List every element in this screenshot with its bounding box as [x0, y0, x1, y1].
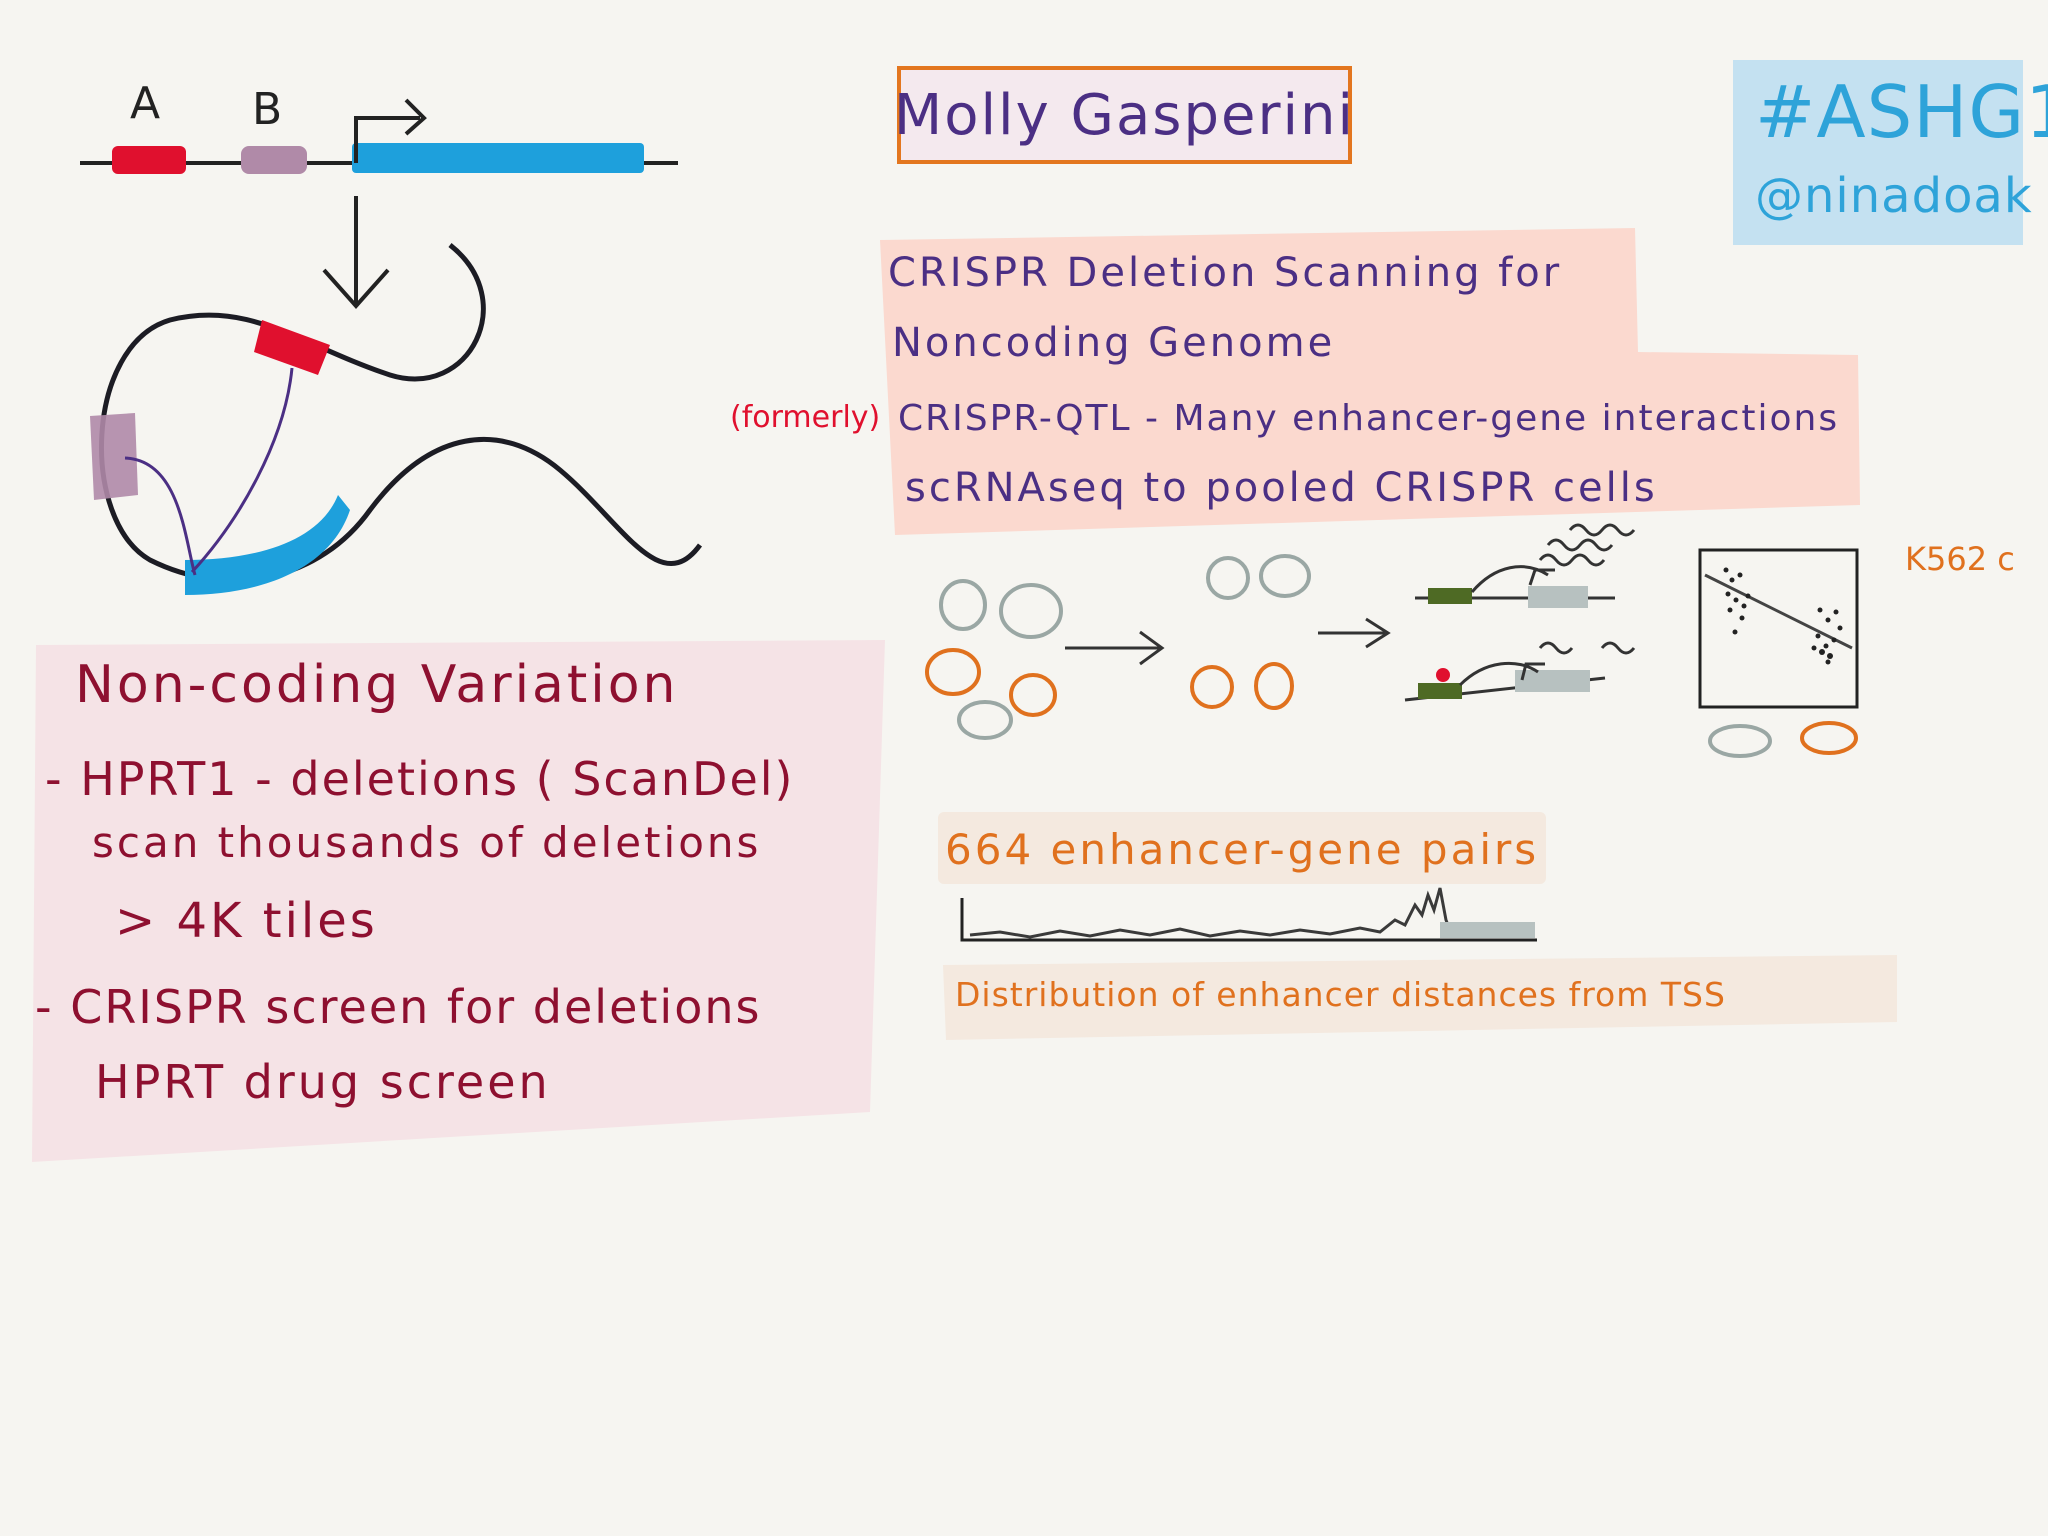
- transcript-squiggle-icon: [1546, 538, 1614, 552]
- plot-point: [1727, 607, 1733, 613]
- enhancer-block: [1428, 588, 1472, 604]
- cell-icon: [957, 700, 1013, 740]
- gene-block: [1528, 586, 1588, 608]
- transcript-squiggle-icon: [1568, 523, 1636, 537]
- plot-point: [1825, 617, 1831, 623]
- formerly-annotation: (formerly): [730, 400, 881, 435]
- enhancer-b-block: [241, 146, 307, 174]
- gene-block: [1440, 922, 1535, 938]
- distribution-curve: [969, 887, 1454, 939]
- cell-pool-workflow: [925, 554, 1391, 740]
- plot-point: [1723, 567, 1729, 573]
- chromatin-loop: [90, 243, 703, 595]
- legend-cell-orange-icon: [1800, 721, 1858, 755]
- noncoding-bullet-2-line-2: HPRT drug screen: [95, 1055, 551, 1109]
- expression-diagrams: [1404, 523, 1636, 702]
- plot-point: [1831, 637, 1837, 643]
- plot-point: [1729, 577, 1735, 583]
- plot-point: [1827, 653, 1833, 659]
- plot-point: [1837, 625, 1843, 631]
- plot-point: [1733, 597, 1739, 603]
- plot-point: [1745, 593, 1751, 599]
- distance-distribution-sketch: [960, 887, 1537, 942]
- hashtag: #ASHG19: [1755, 70, 2048, 154]
- gene-track: [80, 98, 678, 310]
- cell-icon: [925, 648, 981, 696]
- cell-icon: [1254, 662, 1294, 710]
- cell-icon: [939, 579, 987, 631]
- plot-point: [1819, 649, 1825, 655]
- label-b: B: [252, 84, 283, 135]
- cell-icon: [1190, 665, 1234, 709]
- noncoding-bullet-2-line-1: - CRISPR screen for deletions: [35, 980, 762, 1034]
- author-handle: @ninadoak: [1755, 168, 2033, 224]
- plot-point: [1732, 629, 1738, 635]
- enhancer-block: [1418, 683, 1462, 699]
- label-a: A: [130, 78, 161, 129]
- speaker-title-box: Molly Gasperini: [893, 66, 1356, 164]
- plot-point: [1825, 659, 1831, 665]
- plot-point: [1725, 591, 1731, 597]
- loop-enhancer-a: [254, 320, 330, 375]
- transcript-squiggle-icon: [1600, 641, 1636, 655]
- crispr-line-2: Noncoding Genome: [892, 320, 1336, 366]
- plot-point: [1741, 603, 1747, 609]
- plot-points: [1723, 567, 1843, 665]
- cell-icon: [1206, 556, 1250, 600]
- plot-point: [1811, 645, 1817, 651]
- crispr-line-4: scRNAseq to pooled CRISPR cells: [905, 465, 1658, 511]
- cell-icon: [1259, 554, 1311, 598]
- transcript-squiggle-icon: [1538, 641, 1574, 655]
- cell-icon: [1009, 673, 1057, 717]
- plot-point: [1737, 572, 1743, 578]
- legend-cell-gray-icon: [1708, 724, 1772, 758]
- gene-body: [352, 143, 644, 173]
- crispr-line-1: CRISPR Deletion Scanning for: [888, 250, 1563, 296]
- distribution-caption: Distribution of enhancer distances from …: [955, 975, 1726, 1014]
- plot-point: [1823, 643, 1829, 649]
- noncoding-bullet-1-line-2: scan thousands of deletions: [92, 818, 762, 867]
- speaker-name: Molly Gasperini: [893, 82, 1356, 148]
- noncoding-heading: Non-coding Variation: [75, 655, 679, 715]
- cell-line-label: K562 c: [1905, 540, 2015, 578]
- plot-point: [1739, 615, 1745, 621]
- loop-enhancer-b: [90, 413, 138, 500]
- noncoding-bullet-1-line-3: > 4K tiles: [115, 893, 378, 949]
- transcript-squiggle-icon: [1538, 553, 1606, 567]
- deletion-mark-icon: [1436, 668, 1450, 682]
- noncoding-bullet-1-line-1: - HPRT1 - deletions ( ScanDel): [45, 752, 795, 806]
- cell-icon: [999, 583, 1063, 639]
- plot-point: [1817, 607, 1823, 613]
- contact-line-a: [190, 367, 294, 574]
- gene-block: [1515, 670, 1590, 692]
- enhancer-a-block: [112, 146, 186, 174]
- crispr-line-3: CRISPR-QTL - Many enhancer-gene interact…: [898, 398, 1840, 439]
- chromatin-strand: [99, 243, 703, 583]
- plot-point: [1833, 609, 1839, 615]
- pairs-caption: 664 enhancer-gene pairs: [945, 825, 1540, 874]
- plot-frame: [1698, 548, 1859, 709]
- trend-line: [1704, 573, 1853, 650]
- plot-point: [1815, 633, 1821, 639]
- loop-gene-body: [185, 495, 350, 595]
- scatter-mini-plot: [1698, 548, 1859, 758]
